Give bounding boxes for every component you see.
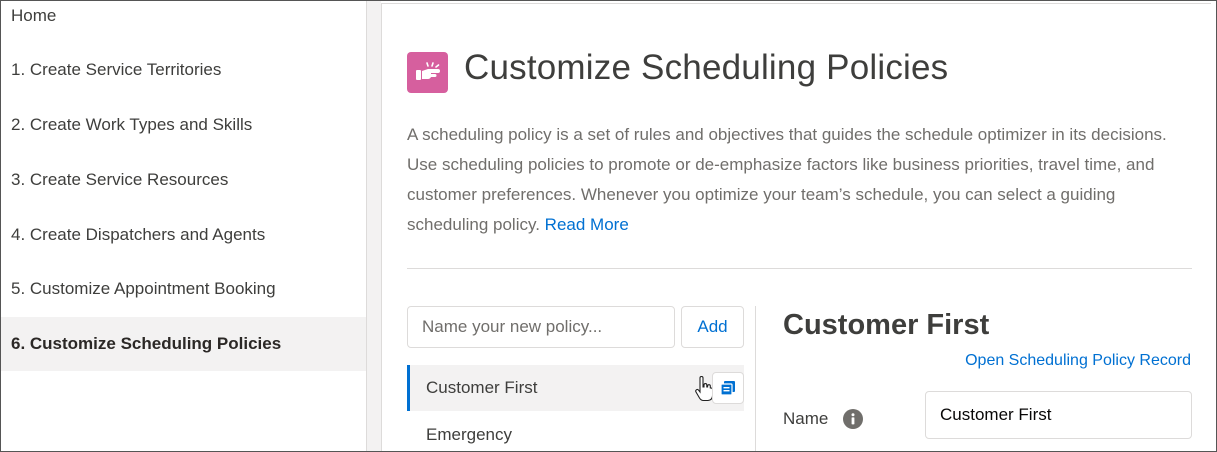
- pointing-hand-icon: [407, 52, 448, 93]
- name-field-label: Name: [783, 409, 829, 428]
- page-title: Customize Scheduling Policies: [464, 48, 949, 87]
- sidebar-item-customize-scheduling-policies[interactable]: 6. Customize Scheduling Policies: [1, 317, 366, 371]
- sidebar-item-create-work-types-and-skills[interactable]: 2. Create Work Types and Skills: [1, 98, 366, 152]
- policy-detail-title: Customer First: [783, 309, 990, 341]
- policy-list-item-label: Emergency: [426, 425, 512, 444]
- sidebar-item-create-service-resources[interactable]: 3. Create Service Resources: [1, 153, 366, 207]
- panel-gutter: [367, 1, 381, 451]
- clone-icon: [720, 381, 735, 396]
- info-icon[interactable]: [843, 409, 863, 429]
- app-window: Home 1. Create Service Territories 2. Cr…: [0, 0, 1217, 452]
- sidebar-item-create-service-territories[interactable]: 1. Create Service Territories: [1, 43, 366, 97]
- open-scheduling-policy-record-link[interactable]: Open Scheduling Policy Record: [965, 352, 1191, 370]
- main-panel: Customize Scheduling Policies A scheduli…: [381, 3, 1211, 451]
- policy-list-item-customer-first[interactable]: Customer First: [407, 365, 744, 411]
- read-more-link[interactable]: Read More: [545, 215, 629, 234]
- sidebar-item-home[interactable]: Home: [1, 1, 366, 43]
- policy-list-item-label: Customer First: [426, 378, 538, 397]
- section-divider: [407, 268, 1192, 269]
- description-text: A scheduling policy is a set of rules an…: [407, 125, 1167, 234]
- sidebar-item-create-dispatchers-and-agents[interactable]: 4. Create Dispatchers and Agents: [1, 208, 366, 262]
- policy-name-field[interactable]: [925, 391, 1192, 439]
- add-policy-button[interactable]: Add: [681, 306, 744, 348]
- hand-cursor-icon: [695, 376, 714, 402]
- policy-list-item-emergency[interactable]: Emergency: [407, 412, 744, 451]
- clone-policy-button[interactable]: [712, 372, 744, 404]
- page-description: A scheduling policy is a set of rules an…: [407, 120, 1197, 240]
- sidebar-item-customize-appointment-booking[interactable]: 5. Customize Appointment Booking: [1, 262, 366, 316]
- new-policy-name-input[interactable]: [407, 306, 675, 348]
- column-divider: [755, 306, 756, 451]
- sidebar: Home 1. Create Service Territories 2. Cr…: [1, 1, 367, 451]
